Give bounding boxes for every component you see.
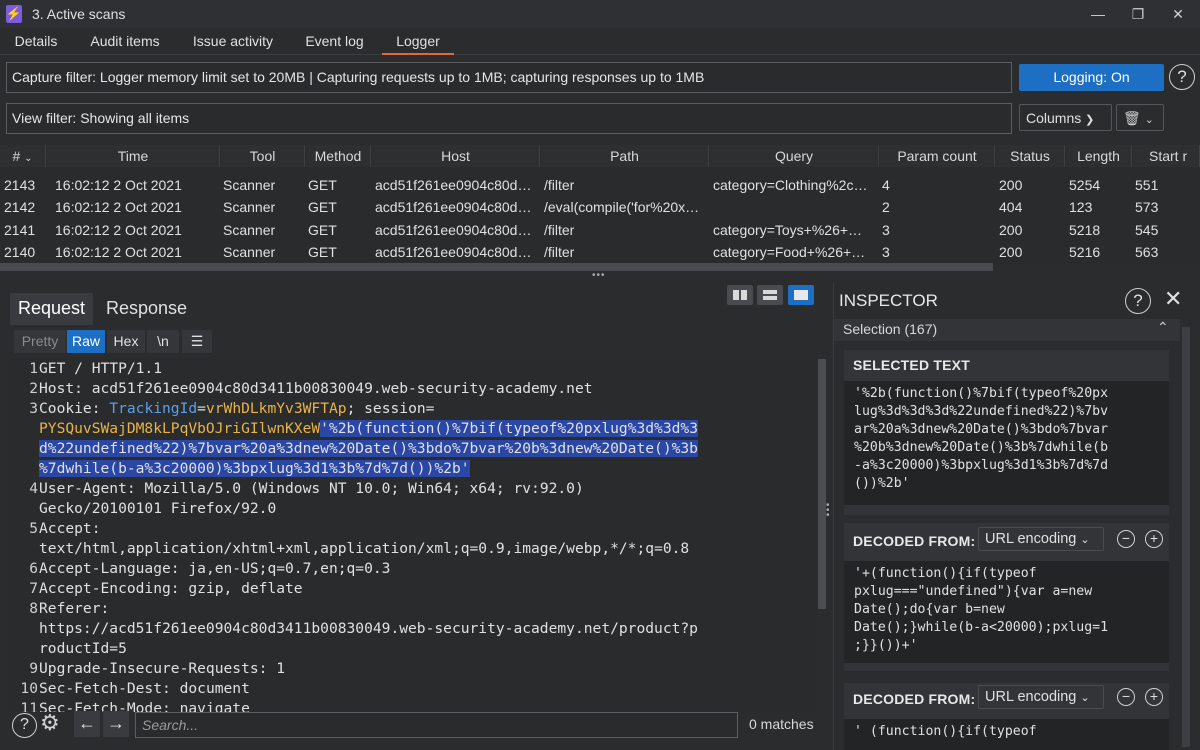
request-line: text/html,application/xhtml+xml,applicat…	[39, 540, 690, 557]
request-line: 8Referer:	[29, 600, 110, 617]
column-header-number[interactable]: # ⌄	[0, 145, 46, 167]
inspector-title: INSPECTOR	[839, 291, 938, 310]
burp-app-icon: ⚡	[5, 5, 23, 23]
help-icon[interactable]: ?	[1125, 288, 1151, 314]
columns-button-label: Columns	[1026, 110, 1082, 126]
split-horizontal-view-icon[interactable]	[727, 285, 753, 305]
decoded-text-value[interactable]: '+(function(){if(typeof pxlug==="undefin…	[844, 561, 1169, 663]
restore-icon[interactable]: ❐	[1118, 2, 1158, 26]
close-inspector-icon[interactable]: ✕	[1164, 286, 1182, 312]
logger-table: # ⌄ Time Tool Method Host Path Query Par…	[0, 145, 1200, 265]
column-header-length[interactable]: Length	[1066, 145, 1132, 167]
chevron-down-icon: ❯	[1085, 114, 1095, 126]
search-input[interactable]: Search...	[135, 712, 738, 738]
column-header-param-count[interactable]: Param count	[880, 145, 995, 167]
split-vertical-view-icon[interactable]	[757, 285, 783, 305]
request-line: https://acd51f261ee0904c80d3411b00830049…	[39, 620, 698, 637]
tab-audit-items[interactable]: Audit items	[80, 28, 170, 55]
close-window-icon[interactable]: ✕	[1158, 2, 1198, 26]
table-row[interactable]: 2141 16:02:12 2 Oct 2021 Scanner GET acd51f2…	[0, 219, 1200, 241]
plus-icon[interactable]: +	[1145, 688, 1163, 706]
selection-header[interactable]: Selection (167)	[843, 321, 937, 337]
request-line: 4User-Agent: Mozilla/5.0 (Windows NT 10.…	[29, 480, 584, 497]
column-header-path[interactable]: Path	[541, 145, 709, 167]
request-editor[interactable]: 1GET / HTTP/1.1 2Host: acd51f261ee0904c8…	[8, 359, 816, 712]
split-handle[interactable]: •••	[592, 270, 606, 281]
minus-icon[interactable]: −	[1117, 530, 1135, 548]
menu-icon[interactable]: ☰	[182, 330, 212, 353]
request-line: %7dwhile(b-a%3c20000)%3bpxlug%3d1%3b%7d%…	[39, 460, 470, 477]
column-header-tool[interactable]: Tool	[221, 145, 305, 167]
request-line: roductId=5	[39, 640, 127, 657]
help-icon[interactable]: ?	[12, 713, 37, 738]
column-header-host[interactable]: Host	[372, 145, 540, 167]
clear-log-button[interactable]: 🗑 ⌄	[1116, 104, 1164, 131]
request-response-pane: Request Response Pretty Raw Hex \n ☰ 1GE…	[0, 283, 830, 750]
column-header-status[interactable]: Status	[996, 145, 1065, 167]
request-line: 7Accept-Encoding: gzip, deflate	[29, 580, 303, 597]
minus-icon[interactable]: −	[1117, 688, 1135, 706]
chevron-up-icon[interactable]: ⌃	[1157, 319, 1169, 336]
encoding-dropdown[interactable]: URL encoding ⌄	[978, 527, 1104, 551]
title-bar: ⚡ 3. Active scans — ❐ ✕	[0, 0, 1200, 28]
column-header-query[interactable]: Query	[710, 145, 879, 167]
tab-logger[interactable]: Logger	[382, 28, 454, 55]
columns-button[interactable]: Columns ❯	[1019, 104, 1112, 131]
capture-filter-bar[interactable]: Capture filter: Logger memory limit set …	[6, 62, 1012, 93]
subtab-raw[interactable]: Raw	[67, 330, 105, 353]
column-header-time[interactable]: Time	[47, 145, 220, 167]
selected-text-label: SELECTED TEXT	[853, 357, 970, 373]
encoding-dropdown[interactable]: URL encoding ⌄	[978, 685, 1104, 709]
help-icon[interactable]: ?	[1169, 64, 1195, 90]
pane-resize-handle[interactable]: • • •	[826, 501, 830, 521]
table-row[interactable]: 2140 16:02:12 2 Oct 2021 Scanner GET acd51f2…	[0, 241, 1200, 263]
request-line: d%22undefined%22)%7bvar%20a%3dnew%20Date…	[39, 440, 698, 457]
decoded-from-label: DECODED FROM:	[853, 691, 976, 707]
settings-gear-icon[interactable]: ⚙	[40, 710, 60, 736]
tab-response[interactable]: Response	[98, 293, 195, 325]
tab-issue-activity[interactable]: Issue activity	[185, 28, 281, 55]
request-line: 2Host: acd51f261ee0904c80d3411b00830049.…	[29, 380, 593, 397]
inspector-scrollbar[interactable]	[1182, 327, 1190, 747]
trash-icon: 🗑	[1123, 110, 1141, 126]
arrow-left-icon[interactable]: ←	[74, 711, 100, 737]
single-view-icon[interactable]	[788, 285, 814, 305]
window-title: 3. Active scans	[32, 6, 126, 22]
decoded-text-value[interactable]: ' (function(){if(typeof	[844, 719, 1169, 750]
table-row[interactable]: 2142 16:02:12 2 Oct 2021 Scanner GET acd51f2…	[0, 196, 1200, 218]
tab-request[interactable]: Request	[10, 293, 94, 325]
request-line: 10Sec-Fetch-Dest: document	[20, 680, 250, 697]
request-line: 9Upgrade-Insecure-Requests: 1	[29, 660, 286, 677]
plus-icon[interactable]: +	[1145, 530, 1163, 548]
search-bar: ? ⚙ ← → Search... 0 matches	[0, 709, 830, 741]
subtab-pretty[interactable]: Pretty	[14, 330, 66, 353]
chevron-down-icon: ⌄	[1144, 114, 1154, 126]
selected-text-value[interactable]: '%2b(function()%7bif(typeof%20px lug%3d%…	[844, 381, 1169, 505]
arrow-right-icon[interactable]: →	[103, 711, 129, 737]
request-line: 5Accept:	[29, 520, 101, 537]
tab-event-log[interactable]: Event log	[297, 28, 372, 55]
request-line: Gecko/20100101 Firefox/92.0	[39, 500, 277, 517]
table-row[interactable]: 2143 16:02:12 2 Oct 2021 Scanner GET acd51f2…	[0, 174, 1200, 196]
minimize-icon[interactable]: —	[1078, 2, 1118, 26]
inspector-panel: INSPECTOR ? ✕ Selection (167) ⌃ SELECTED…	[833, 283, 1200, 750]
request-line: 6Accept-Language: ja,en-US;q=0.7,en;q=0.…	[29, 560, 391, 577]
tab-details[interactable]: Details	[6, 28, 66, 55]
request-line: PYSQuvSWajDM8kLPqVbOJriGIlwnKXeW'%2b(fun…	[39, 420, 698, 437]
request-line: 3Cookie: TrackingId=vrWhDLkmYv3WFTAp; se…	[29, 400, 435, 417]
request-line: 1GET / HTTP/1.1	[29, 360, 163, 377]
table-horizontal-scrollbar[interactable]	[0, 263, 993, 271]
view-filter-bar[interactable]: View filter: Showing all items	[6, 103, 1012, 134]
logging-toggle-button[interactable]: Logging: On	[1019, 64, 1164, 91]
search-match-count: 0 matches	[749, 716, 814, 732]
column-header-method[interactable]: Method	[306, 145, 371, 167]
editor-vertical-scrollbar[interactable]	[818, 359, 826, 609]
main-tabs: Details Audit items Issue activity Event…	[0, 28, 1200, 55]
decoded-from-label: DECODED FROM:	[853, 533, 976, 549]
subtab-newline[interactable]: \n	[147, 330, 179, 353]
subtab-hex[interactable]: Hex	[107, 330, 145, 353]
column-header-start-response[interactable]: Start r	[1133, 145, 1200, 167]
